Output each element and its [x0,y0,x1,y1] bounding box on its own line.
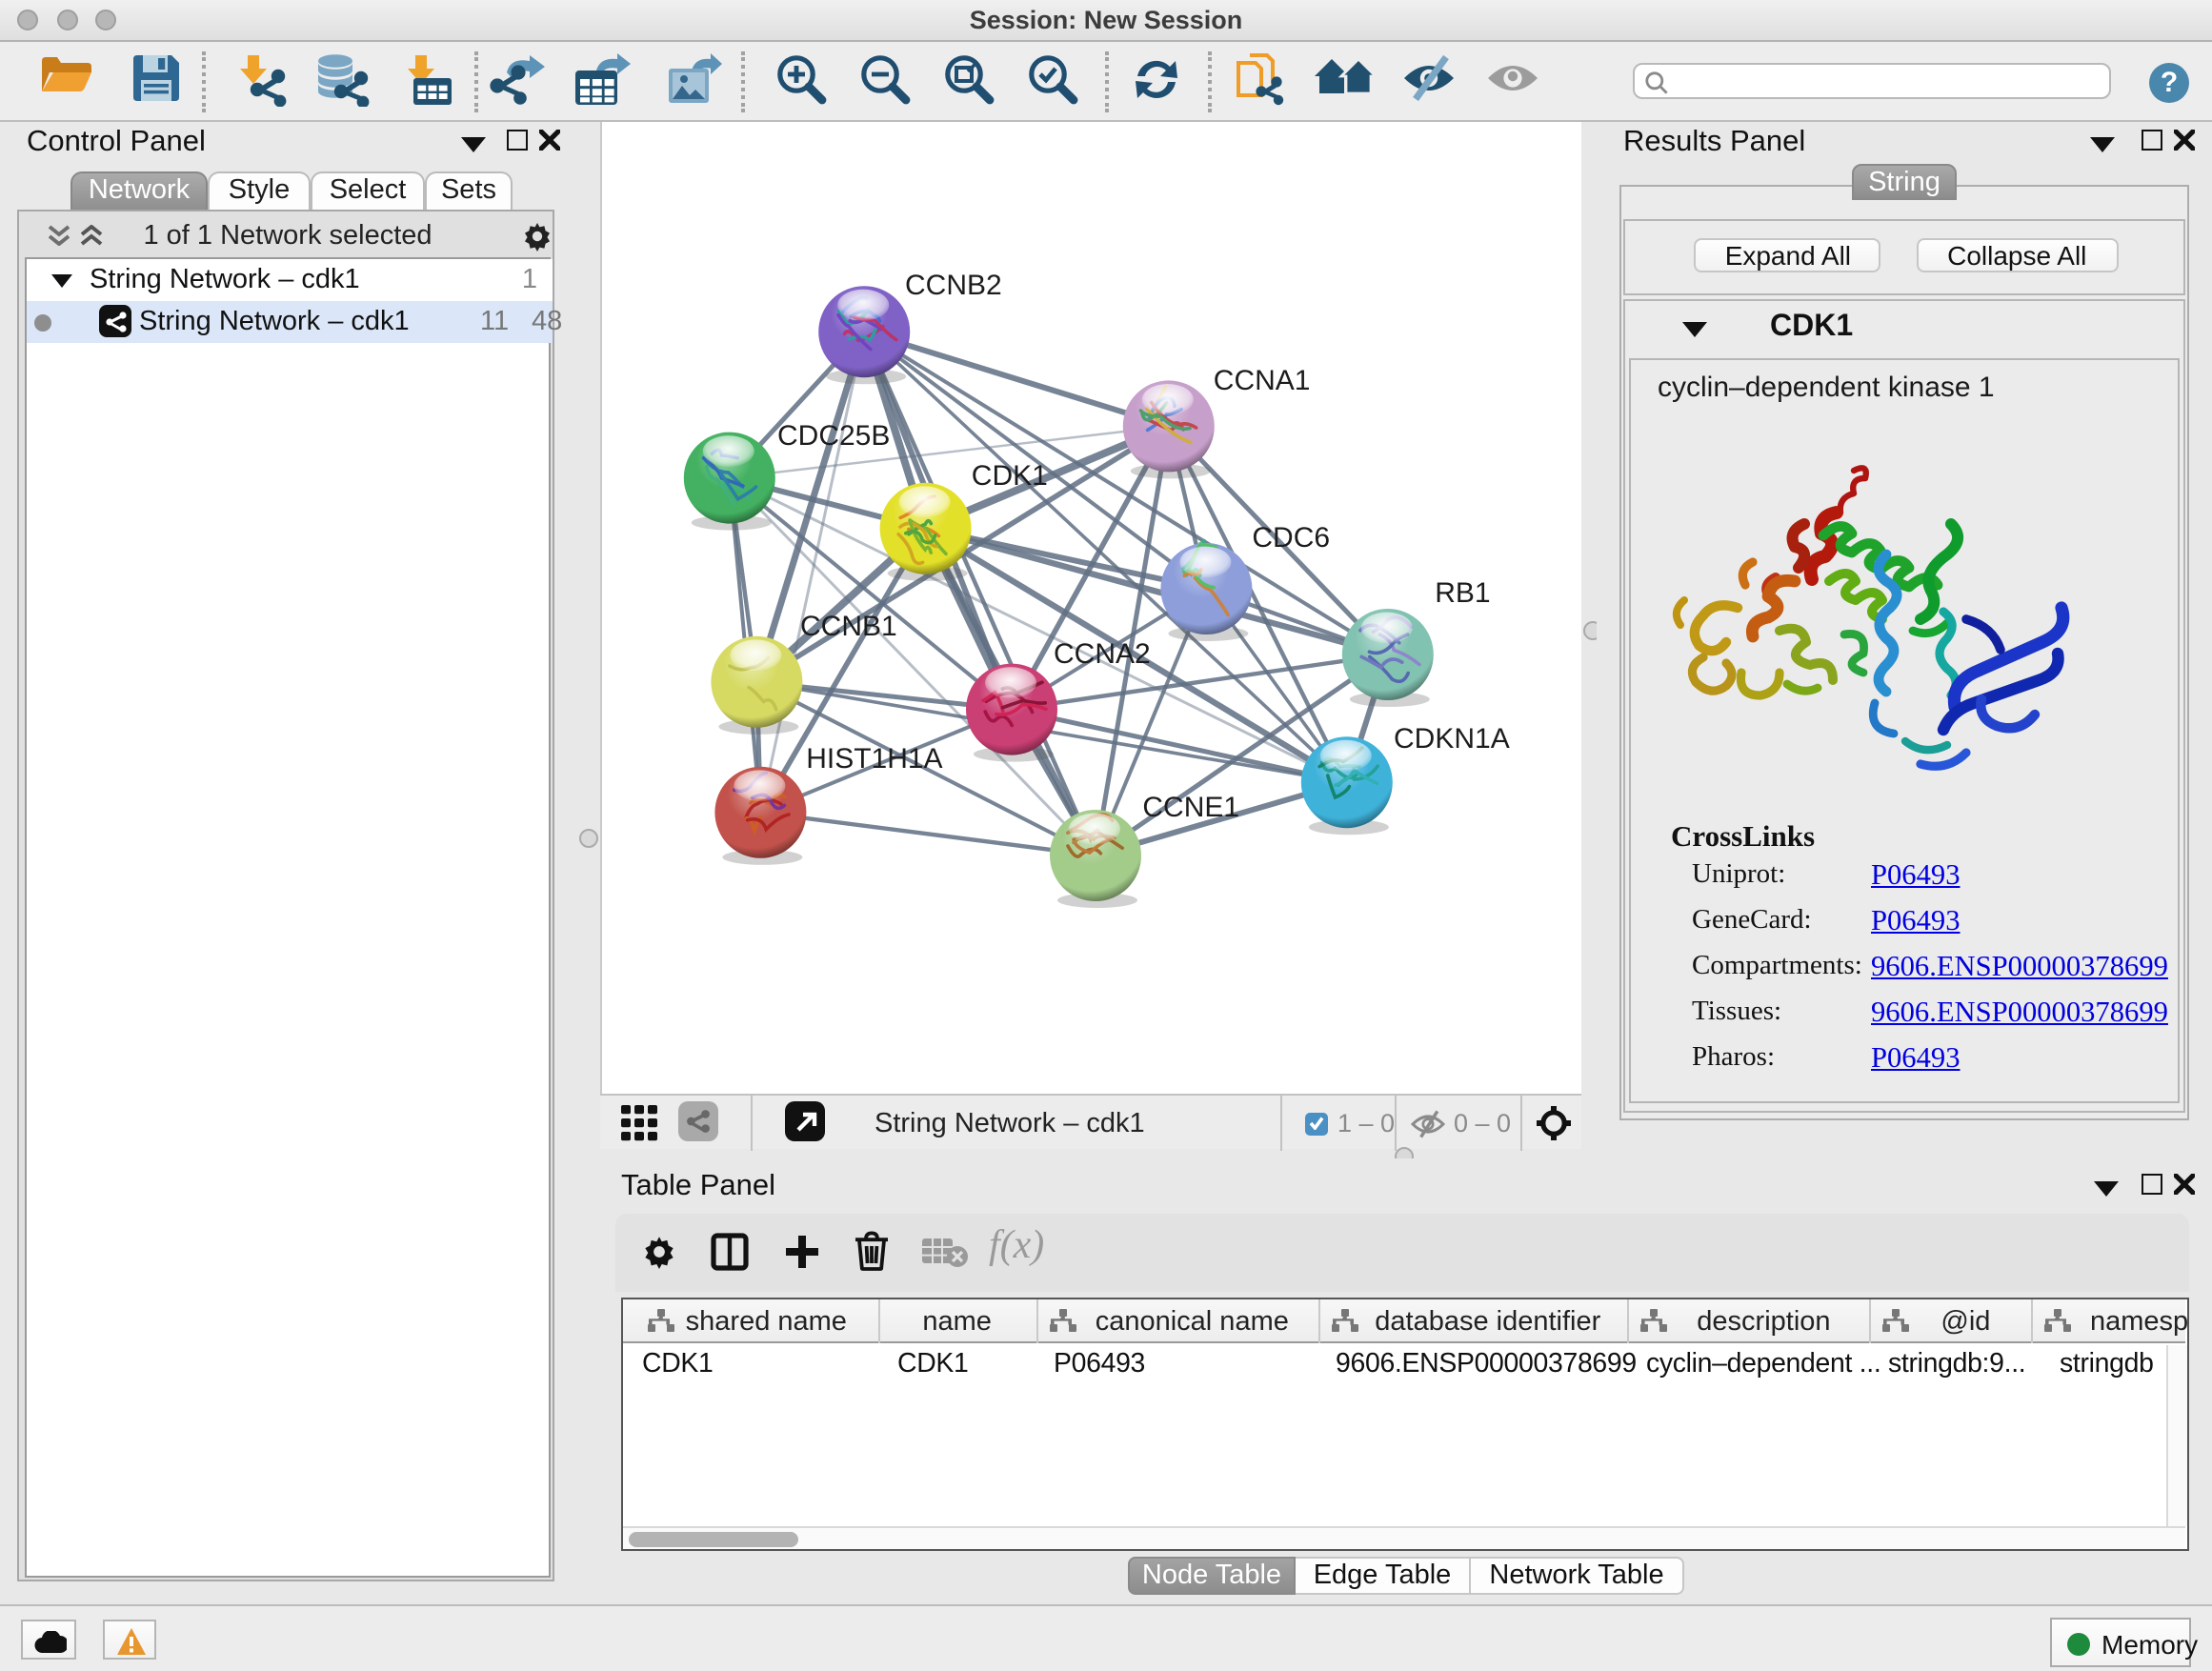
svg-text:CCNA2: CCNA2 [1054,638,1151,670]
svg-text:CDK1: CDK1 [972,460,1048,492]
svg-text:RB1: RB1 [1435,577,1490,609]
svg-text:CDC25B: CDC25B [777,420,890,452]
svg-text:CCNE1: CCNE1 [1142,792,1239,823]
svg-text:CCNB1: CCNB1 [800,611,897,642]
svg-text:CDC6: CDC6 [1252,522,1330,554]
svg-text:CCNB2: CCNB2 [905,270,1002,301]
svg-text:HIST1H1A: HIST1H1A [806,743,942,775]
svg-text:CCNA1: CCNA1 [1214,365,1311,396]
svg-text:CDKN1A: CDKN1A [1394,723,1510,755]
